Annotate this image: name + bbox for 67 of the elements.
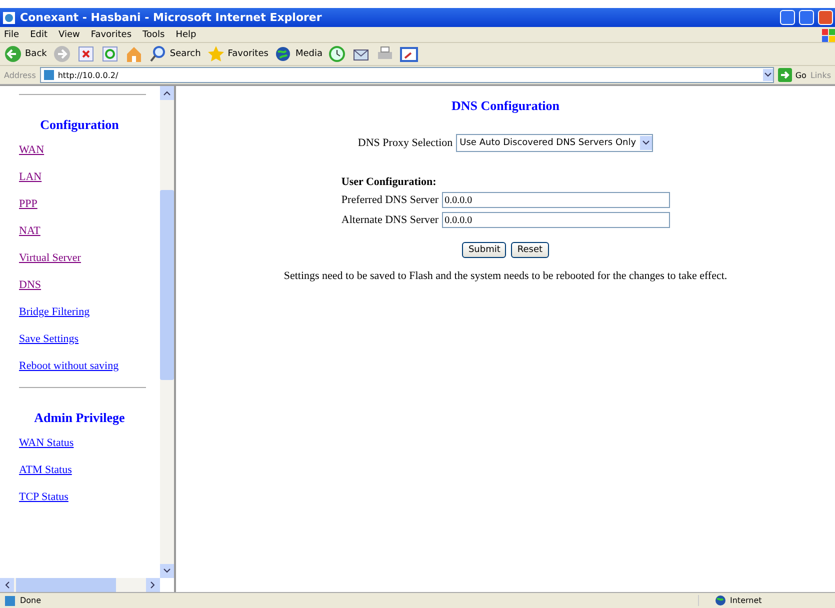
page-icon [42, 69, 55, 81]
menu-item[interactable]: View [58, 30, 80, 40]
sidebar-link[interactable]: WAN Status [19, 437, 74, 449]
form-button[interactable]: Reset [511, 242, 549, 258]
info-text: Settings need to be saved to Flash and the system needs to be rebooted for the changes to take effect. [284, 270, 728, 282]
menu-item[interactable]: Help [176, 30, 196, 40]
dropdown-icon [640, 136, 652, 150]
menu-item[interactable]: File [4, 30, 20, 40]
section-heading: User Configuration: [341, 176, 438, 188]
dropdown-icon[interactable] [763, 69, 774, 81]
page-heading: DNS Configuration [452, 98, 560, 114]
back-button[interactable]: Back [4, 45, 47, 63]
section-heading: Admin Privilege [33, 410, 126, 426]
media-button[interactable]: Media [274, 45, 322, 63]
refresh-icon[interactable] [100, 45, 119, 63]
sidebar-link[interactable]: Bridge Filtering [19, 306, 90, 318]
stop-icon[interactable] [76, 45, 95, 63]
scroll-right-icon[interactable] [146, 578, 160, 592]
arrow-icon [778, 68, 792, 82]
menu-item[interactable]: Tools [142, 30, 165, 40]
address-label: Address [4, 70, 36, 80]
scroll-thumb[interactable] [160, 190, 174, 380]
sidebar-link[interactable]: Reboot without saving [19, 360, 119, 372]
sidebar-link[interactable]: WAN [19, 144, 44, 156]
close-button[interactable] [818, 10, 833, 25]
sidebar-link[interactable]: Save Settings [19, 333, 79, 345]
scroll-thumb[interactable] [16, 578, 116, 592]
zone-text: Internet [730, 596, 762, 605]
globe-icon [274, 45, 292, 63]
search-button[interactable]: Search [148, 45, 201, 63]
vertical-scrollbar[interactable] [160, 86, 174, 578]
menu-item[interactable]: Favorites [90, 30, 132, 40]
form-button[interactable]: Submit [462, 242, 506, 258]
horizontal-scrollbar[interactable] [0, 578, 160, 592]
globe-icon [715, 595, 726, 606]
sidebar-link[interactable]: ATM Status [19, 464, 72, 476]
section-heading: Configuration [39, 117, 120, 133]
field-label: Alternate DNS Server [341, 214, 439, 226]
menu-item[interactable]: Edit [30, 30, 48, 40]
clock-icon[interactable] [328, 45, 346, 63]
scroll-up-icon[interactable] [160, 86, 174, 100]
field-label: Preferred DNS Server [341, 194, 439, 206]
input-field[interactable]: 0.0.0.0 [442, 212, 670, 228]
sidebar-link[interactable]: LAN [19, 171, 42, 183]
scroll-down-icon[interactable] [160, 564, 174, 578]
search-icon [148, 45, 167, 63]
sidebar-link[interactable]: PPP [19, 198, 38, 210]
page-icon [2, 10, 16, 24]
status-text: Done [20, 596, 42, 605]
proxy-select[interactable]: Use Auto Discovered DNS Servers Only [456, 134, 654, 152]
window-title: Conexant - Hasbani - Microsoft Internet Explorer [20, 11, 323, 24]
maximize-button[interactable] [799, 10, 814, 25]
sidebar-link[interactable]: DNS [19, 279, 42, 291]
input-field[interactable]: 0.0.0.0 [442, 192, 670, 208]
star-icon [206, 45, 225, 63]
windows-flag-icon [821, 28, 835, 42]
window-edit-icon[interactable] [400, 45, 418, 63]
page-icon [4, 594, 16, 606]
sidebar-link[interactable]: NAT [19, 225, 40, 237]
address-field[interactable]: http://10.0.0.2/ [40, 67, 774, 83]
sidebar-link[interactable]: Virtual Server [19, 252, 81, 264]
minimize-button[interactable] [780, 10, 795, 25]
field-label: DNS Proxy Selection [358, 137, 453, 149]
sidebar-link[interactable]: TCP Status [19, 491, 68, 503]
favorites-button[interactable]: Favorites [206, 45, 268, 63]
go-button[interactable]: Go [778, 68, 806, 82]
scroll-left-icon[interactable] [0, 578, 14, 592]
